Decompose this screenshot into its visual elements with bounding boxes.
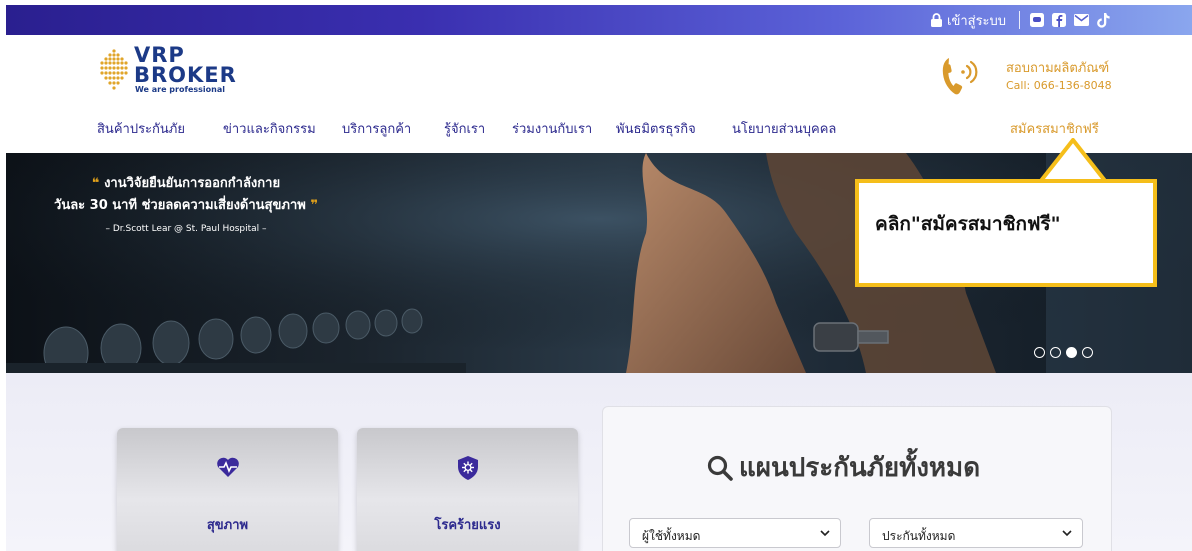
shield-virus-icon xyxy=(457,456,478,480)
hero-quote: ❝ งานวิจัยยืนยันการออกกำลังกาย วันละ 30 … xyxy=(6,173,366,239)
chevron-down-icon xyxy=(1062,530,1072,537)
login-label: เข้าสู่ระบบ xyxy=(947,13,1007,29)
callout-pointer-join xyxy=(1044,183,1104,191)
nav-item-about[interactable]: รู้จักเรา xyxy=(444,118,485,139)
hero-quote-line1: งานวิจัยยืนยันการออกกำลังกาย xyxy=(104,176,281,191)
nav-signup-link[interactable]: สมัครสมาชิกฟรี xyxy=(1010,118,1099,139)
hero-quote-citation: – Dr.Scott Lear @ St. Paul Hospital – xyxy=(105,224,267,234)
page: เข้าสู่ระบบ VRP BROKER We are profession… xyxy=(6,0,1192,551)
callout-pointer xyxy=(1038,138,1108,183)
heart-pulse-icon xyxy=(216,457,239,477)
nav-item-careers[interactable]: ร่วมงานกับเรา xyxy=(512,118,592,139)
filter-users-select[interactable]: ผู้ใช้ทั้งหมด xyxy=(629,518,841,548)
login-link[interactable]: เข้าสู่ระบบ xyxy=(930,5,1006,35)
category-card-health[interactable]: สุขภาพ xyxy=(117,428,338,551)
lock-icon xyxy=(930,13,943,27)
chevron-down-icon xyxy=(820,530,830,537)
plan-search-panel: แผนประกันภัยทั้งหมด ผู้ใช้ทั้งหมด ประกัน… xyxy=(602,406,1112,551)
insurance-section: สุขภาพ โรคร้ายแรง แผนประกันภัยทั้งหมด ผู… xyxy=(6,373,1192,551)
category-card-label: โรคร้ายแรง xyxy=(434,518,501,533)
category-card-label: สุขภาพ xyxy=(206,518,249,533)
filter-insurance-select[interactable]: ประกันทั้งหมด xyxy=(869,518,1083,548)
line-icon[interactable] xyxy=(1030,13,1044,27)
search-icon xyxy=(707,455,733,481)
close-quote-icon: ❞ xyxy=(305,198,318,213)
slide-dot-4[interactable] xyxy=(1082,347,1093,358)
nav-item-products[interactable]: สินค้าประกันภัย xyxy=(97,118,185,139)
open-quote-icon: ❝ xyxy=(91,176,105,191)
slide-dot-1[interactable] xyxy=(1034,347,1045,358)
plan-title: แผนประกันภัยทั้งหมด xyxy=(707,447,980,488)
hero-quote-line2: วันละ 30 นาที ช่วยลดความเสี่ยงด้านสุขภาพ xyxy=(54,198,306,213)
facebook-icon[interactable] xyxy=(1052,13,1066,27)
logo-line2: BROKER xyxy=(134,63,237,87)
brand-logo[interactable]: VRP BROKER We are professional xyxy=(97,45,267,94)
slide-dot-2[interactable] xyxy=(1050,347,1061,358)
social-links xyxy=(1030,5,1110,35)
tiktok-icon[interactable] xyxy=(1097,12,1110,28)
logo-mark-icon xyxy=(100,49,128,90)
filter-users-value: ผู้ใช้ทั้งหมด xyxy=(642,529,701,543)
nav-item-news[interactable]: ข่าวและกิจกรรม xyxy=(223,118,316,139)
nav-item-services[interactable]: บริการลูกค้า xyxy=(342,118,411,139)
plan-title-text: แผนประกันภัยทั้งหมด xyxy=(739,453,981,483)
phone-icon xyxy=(942,58,978,95)
contact-title[interactable]: สอบถามผลิตภัณฑ์ xyxy=(1006,57,1109,78)
top-bar: เข้าสู่ระบบ xyxy=(6,5,1192,35)
nav-item-privacy[interactable]: นโยบายส่วนบุคคล xyxy=(732,118,836,139)
logo-tagline: We are professional xyxy=(135,85,225,94)
contact-phone[interactable]: Call: 066-136-8048 xyxy=(1006,79,1112,92)
nav-item-partners[interactable]: พันธมิตรธุรกิจ xyxy=(616,118,696,139)
slider-dots xyxy=(1034,347,1093,358)
topbar-divider xyxy=(1019,11,1020,29)
main-nav: สินค้าประกันภัย ข่าวและกิจกรรม บริการลูก… xyxy=(6,118,1192,138)
filter-insurance-value: ประกันทั้งหมด xyxy=(882,529,956,543)
category-card-critical-illness[interactable]: โรคร้ายแรง xyxy=(357,428,578,551)
callout-text: คลิก"สมัครสมาชิกฟรี" xyxy=(875,213,1061,235)
email-icon[interactable] xyxy=(1074,14,1089,26)
slide-dot-3[interactable] xyxy=(1066,347,1077,358)
instruction-callout: คลิก"สมัครสมาชิกฟรี" xyxy=(855,179,1157,287)
